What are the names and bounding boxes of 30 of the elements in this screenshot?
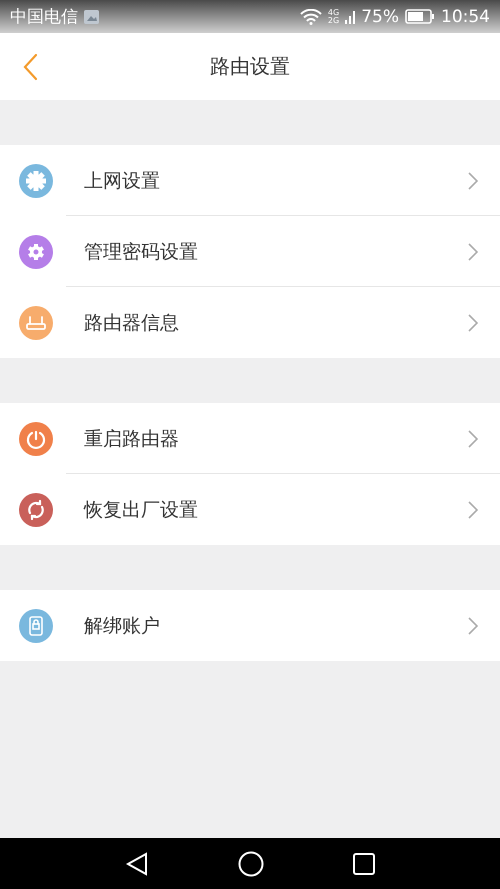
settings-item[interactable]: 恢复出厂设置: [0, 474, 500, 545]
settings-item[interactable]: 重启路由器: [0, 403, 500, 474]
image-notification-icon: [84, 10, 99, 24]
clock-time: 10:54: [441, 6, 490, 26]
chevron-icon: [468, 242, 478, 260]
item-label: 恢复出厂设置: [84, 498, 199, 522]
settings-item[interactable]: 管理密码设置: [0, 216, 500, 287]
network-type: 4G: [328, 8, 340, 16]
item-label: 上网设置: [84, 168, 161, 194]
battery-percent: 75%: [361, 6, 399, 26]
home-nav-icon[interactable]: [238, 850, 264, 876]
back-nav-icon[interactable]: [124, 852, 149, 876]
chevron-icon: [468, 314, 478, 332]
network-type: 2G: [328, 16, 340, 24]
item-label: 重启路由器: [84, 426, 180, 452]
chevron-icon: [468, 616, 478, 634]
page-title: 路由设置: [210, 53, 290, 80]
settings-item[interactable]: 上网设置: [0, 145, 500, 216]
settings-item[interactable]: 解绑账户: [0, 590, 500, 661]
chevron-icon: [468, 430, 478, 448]
wifi-icon: [300, 8, 322, 24]
item-label: 管理密码设置: [84, 240, 199, 264]
item-label: 路由器信息: [84, 310, 180, 336]
item-label: 解绑账户: [84, 614, 161, 638]
chevron-icon: [468, 500, 478, 518]
settings-item[interactable]: 路由器信息: [0, 287, 500, 358]
carrier-name: 中国电信: [10, 6, 78, 28]
chevron-icon: [468, 172, 478, 190]
recents-nav-icon[interactable]: [353, 852, 376, 874]
battery-icon: [405, 9, 435, 24]
